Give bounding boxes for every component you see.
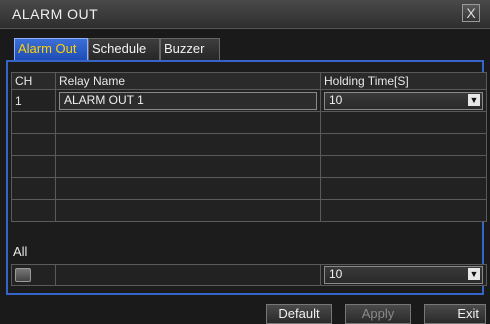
table-row-empty: [11, 111, 487, 134]
col-header-ch: CH: [11, 72, 56, 90]
relay-table: CH Relay Name Holding Time[S] 1 ALARM OU…: [11, 72, 487, 222]
holding-time-value: 10: [329, 92, 343, 107]
table-row: 1 ALARM OUT 1 10 ▼: [11, 89, 487, 112]
col-header-holding-time: Holding Time[S]: [320, 72, 487, 90]
tab-buzzer[interactable]: Buzzer: [160, 38, 220, 60]
apply-button[interactable]: Apply: [345, 304, 411, 324]
holding-time-cell: 10 ▼: [320, 89, 487, 112]
title-bar: ALARM OUT X: [0, 0, 490, 29]
close-icon[interactable]: X: [462, 4, 480, 22]
relay-name-cell: ALARM OUT 1: [55, 89, 321, 112]
col-header-relay-name: Relay Name: [55, 72, 321, 90]
tab-alarm-out[interactable]: Alarm Out: [14, 38, 88, 60]
chevron-down-icon[interactable]: ▼: [468, 93, 480, 106]
table-header-row: CH Relay Name Holding Time[S]: [11, 72, 487, 90]
all-label: All: [13, 244, 28, 259]
all-holding-time-cell: 10 ▼: [320, 264, 487, 286]
default-button[interactable]: Default: [266, 304, 332, 324]
all-checkbox[interactable]: [15, 268, 31, 283]
holding-time-select[interactable]: 10 ▼: [324, 91, 483, 110]
all-checkbox-cell: [11, 264, 56, 286]
exit-button[interactable]: Exit: [424, 304, 486, 324]
relay-name-input[interactable]: ALARM OUT 1: [59, 91, 317, 110]
row-ch: 1: [11, 89, 56, 112]
table-row-empty: [11, 199, 487, 222]
table-row-empty: [11, 133, 487, 156]
all-holding-time-value: 10: [329, 267, 343, 281]
all-row: 10 ▼: [11, 264, 487, 286]
tab-schedule[interactable]: Schedule: [88, 38, 160, 60]
table-row-empty: [11, 177, 487, 200]
window-title: ALARM OUT: [12, 6, 99, 22]
table-row-empty: [11, 155, 487, 178]
all-holding-time-select[interactable]: 10 ▼: [324, 266, 483, 284]
chevron-down-icon[interactable]: ▼: [468, 268, 480, 280]
all-empty-cell: [55, 264, 321, 286]
